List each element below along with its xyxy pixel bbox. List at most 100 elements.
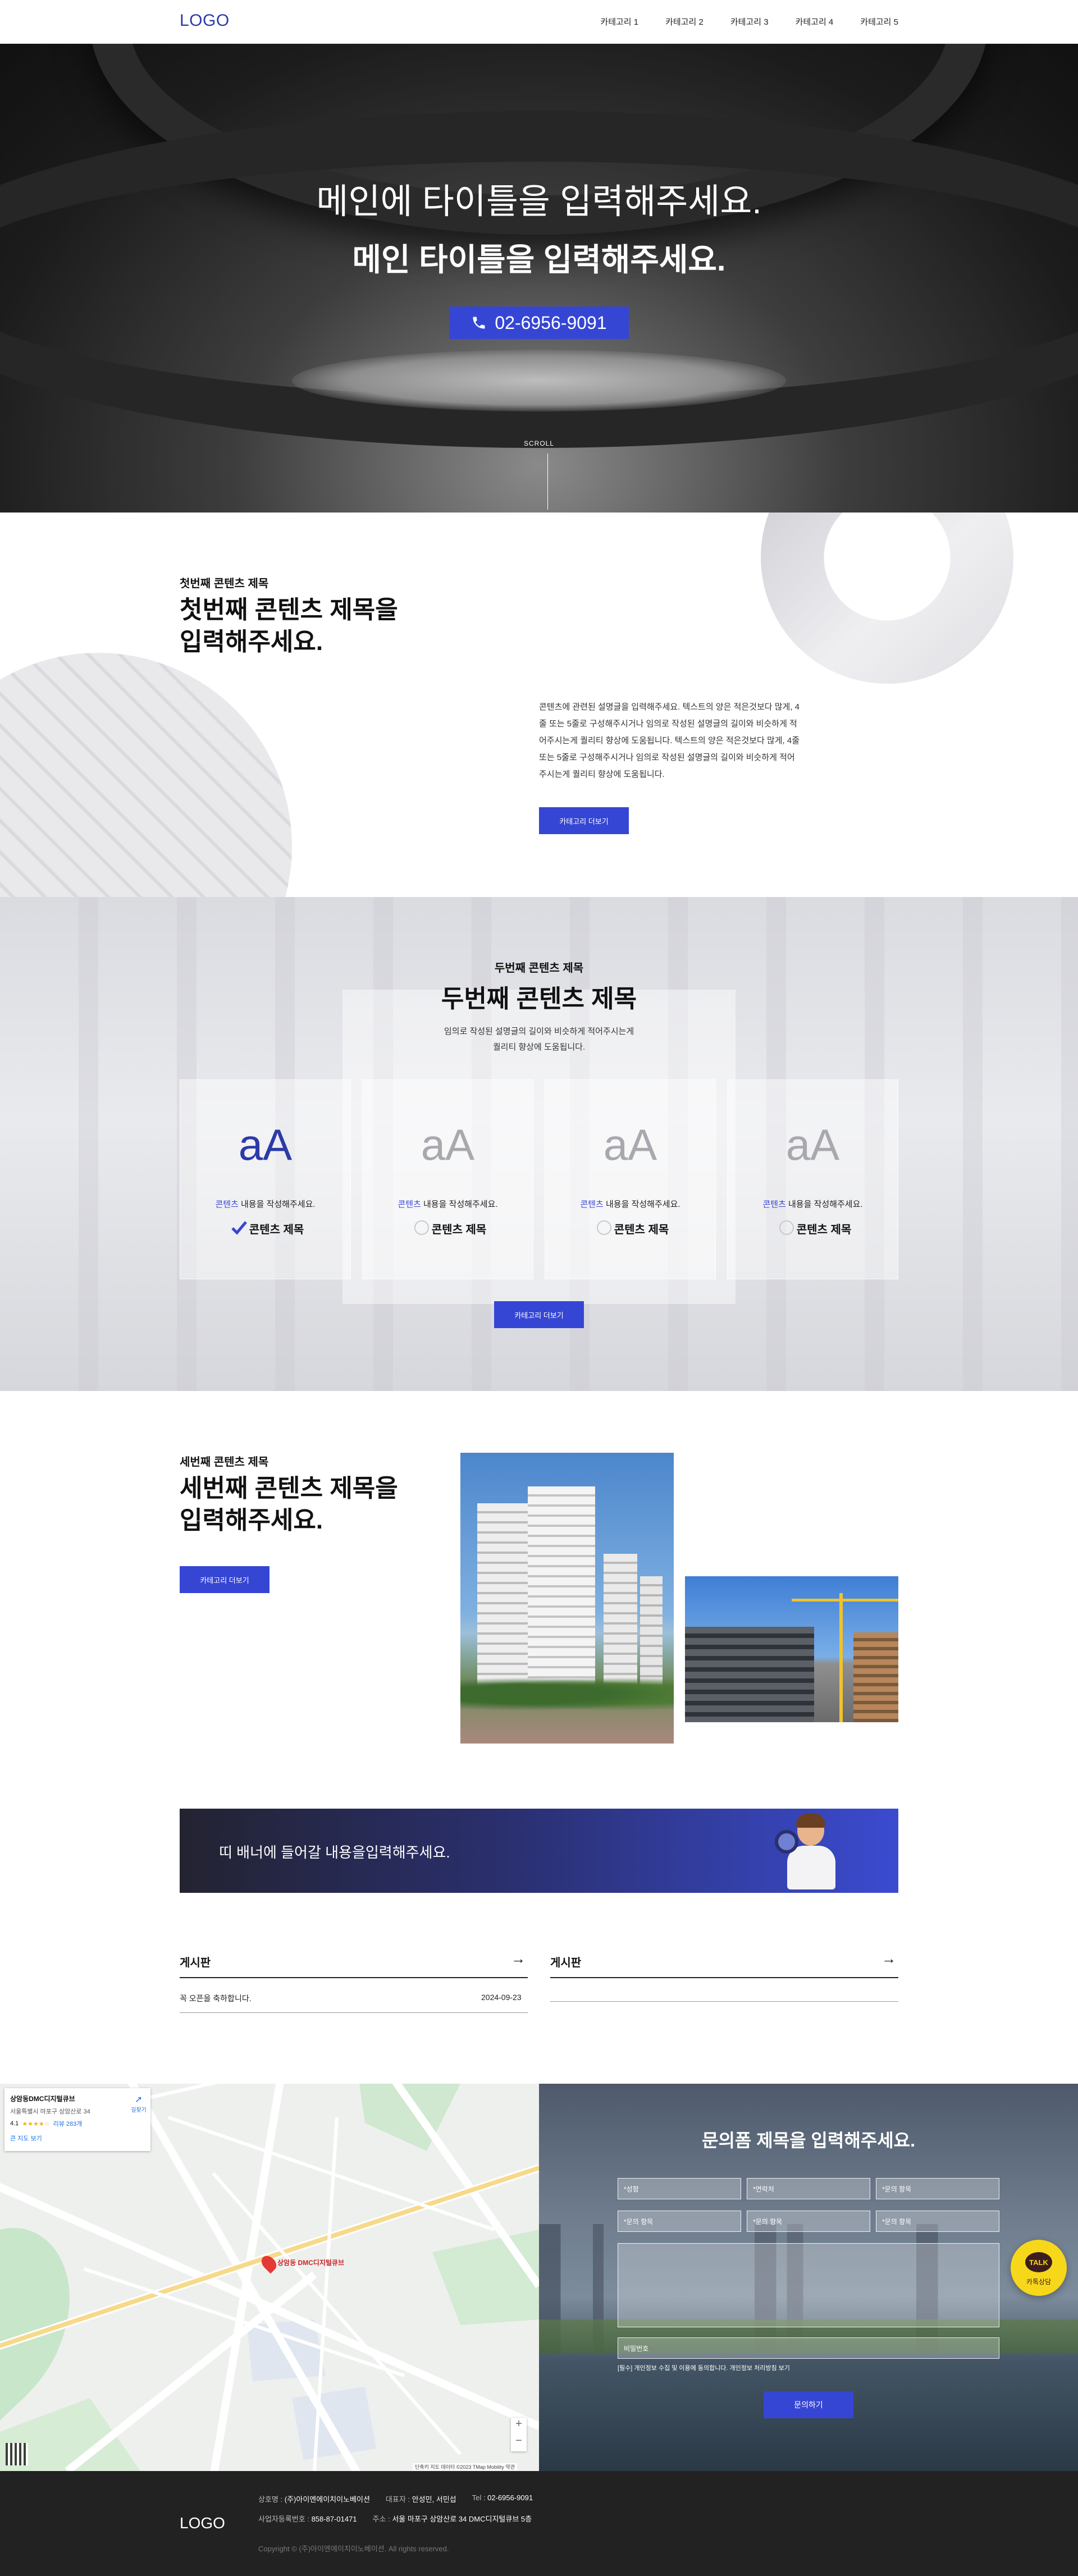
board-divider xyxy=(550,1977,898,1978)
board-title[interactable]: 게시판 xyxy=(550,1953,581,1970)
footer-biz: 사업자등록번호 : 858-87-01471 xyxy=(258,2513,357,2524)
card-title: 콘텐츠 제목 xyxy=(614,1224,669,1236)
name-field[interactable]: *성함 xyxy=(618,2178,741,2199)
logo[interactable]: LOGO xyxy=(180,11,230,30)
map-zoom-controls: + − xyxy=(511,2418,527,2451)
map-rating: 4.1 xyxy=(10,2120,19,2127)
card-description-text: 내용을 작성해주세요. xyxy=(603,1200,680,1209)
content-card[interactable]: aA 콘텐츠 내용을 작성해주세요. 콘텐츠 제목 xyxy=(727,1079,898,1279)
section2-subtitle-line2: 퀄리티 향상에 도움됩니다. xyxy=(492,1042,586,1052)
directions-label: 길찾기 xyxy=(131,2107,147,2113)
strip-banner[interactable]: 띠 배너에 들어갈 내용을입력해주세요. xyxy=(180,1809,898,1893)
kakao-talk-button[interactable]: TALK 카톡상담 xyxy=(1011,2240,1067,2296)
section1-more-button[interactable]: 카테고리 더보기 xyxy=(539,807,629,834)
card-title: 콘텐츠 제목 xyxy=(431,1224,487,1236)
footer-tel-label: Tel : xyxy=(472,2493,486,2502)
arrow-right-icon[interactable]: → xyxy=(881,1950,896,1968)
privacy-consent[interactable]: [필수] 개인정보 수집 및 이용에 동의합니다. 개인정보 처리방침 보기 xyxy=(618,2363,790,2372)
submit-button[interactable]: 문의하기 xyxy=(764,2391,853,2418)
map-larger-link[interactable]: 큰 지도 보기 xyxy=(10,2134,145,2143)
hero-light-ellipse xyxy=(292,350,786,411)
card-title: 콘텐츠 제목 xyxy=(796,1224,852,1236)
section-second-content: 두번째 콘텐츠 제목 두번째 콘텐츠 제목 임의로 작성된 설명글의 길이와 비… xyxy=(0,897,1078,1391)
footer-ceo-value: 안성민, 서민섭 xyxy=(412,2495,456,2504)
inquiry-type-field[interactable]: *문의 항목 xyxy=(876,2178,999,2199)
main-nav: 카테고리 1 카테고리 2 카테고리 3 카테고리 4 카테고리 5 xyxy=(600,16,898,28)
card-description-highlight: 콘텐츠 xyxy=(398,1200,421,1209)
card-description: 콘텐츠 내용을 작성해주세요. xyxy=(728,1198,898,1210)
font-aa-icon: aA xyxy=(785,1120,840,1169)
board-post-title[interactable]: 꼭 오픈을 축하합니다. xyxy=(180,1993,252,2004)
map-rating-row: 4.1 ★★★★☆ 리뷰 283개 xyxy=(10,2119,145,2128)
inquiry-type-field[interactable]: *문의 항목 xyxy=(876,2211,999,2232)
zoom-in-button[interactable]: + xyxy=(511,2418,527,2435)
password-field[interactable]: 비밀번호 xyxy=(618,2337,999,2359)
zoom-out-button[interactable]: − xyxy=(511,2435,527,2451)
construction-photo xyxy=(685,1576,898,1722)
font-aa-icon: aA xyxy=(421,1120,475,1169)
map-embed[interactable]: 상암동DMC디지털큐브 서울특별시 마포구 상암산로 34 4.1 ★★★★☆ … xyxy=(0,2084,539,2471)
scroll-line xyxy=(547,454,548,510)
section2-more-button[interactable]: 카테고리 더보기 xyxy=(494,1301,584,1328)
card-title: 콘텐츠 제목 xyxy=(249,1224,304,1236)
footer-info-row1: 상호명 : (주)아이엔에이치이노베이션 대표자 : 안성민, 서민섭 Tel … xyxy=(258,2493,533,2504)
nav-item-category-2[interactable]: 카테고리 2 xyxy=(665,16,704,28)
card-description-text: 내용을 작성해주세요. xyxy=(421,1200,498,1209)
inquiry-type-field[interactable]: *문의 항목 xyxy=(618,2211,741,2232)
card-description-highlight: 콘텐츠 xyxy=(762,1200,786,1209)
section-third-content: 세번째 콘텐츠 제목 세번째 콘텐츠 제목을 입력해주세요. 카테고리 더보기 xyxy=(0,1391,1078,1840)
section-first-content: 첫번째 콘텐츠 제목 첫번째 콘텐츠 제목을 입력해주세요. 콘텐츠에 관련된 … xyxy=(0,513,1078,897)
directions-button[interactable]: ➚ 길찾기 xyxy=(129,2094,148,2113)
arrow-right-icon[interactable]: → xyxy=(511,1950,526,1968)
board-title[interactable]: 게시판 xyxy=(180,1953,211,1970)
site-footer: LOGO 상호명 : (주)아이엔에이치이노베이션 대표자 : 안성민, 서민섭… xyxy=(0,2471,1078,2576)
section3-title-line2: 입력해주세요. xyxy=(180,1507,323,1534)
scroll-label: SCROLL xyxy=(523,440,555,447)
board-divider xyxy=(550,2001,898,2002)
nav-item-category-4[interactable]: 카테고리 4 xyxy=(796,16,834,28)
kakao-talk-bubble-icon: TALK xyxy=(1025,2252,1052,2272)
footer-copyright: Copyright © (주)아이엔에이치이노베이션. All rights r… xyxy=(258,2545,449,2553)
section2-subtitle-line1: 임의로 작성된 설명글의 길이와 비슷하게 적어주시는게 xyxy=(444,1027,634,1036)
section3-title-line1: 세번째 콘텐츠 제목을 xyxy=(180,1475,398,1502)
footer-logo: LOGO xyxy=(180,2514,225,2532)
footer-company-value: (주)아이엔에이치이노베이션 xyxy=(284,2495,370,2504)
footer-address: 주소 : 서울 마포구 상암산로 34 DMC디지털큐브 5층 xyxy=(373,2513,532,2524)
map-place-name: 상암동DMC디지털큐브 xyxy=(10,2095,75,2103)
hero-phone-button[interactable]: 02-6956-9091 xyxy=(449,306,629,339)
decor-building-circle-right xyxy=(761,513,1013,684)
card-description-text: 내용을 작성해주세요. xyxy=(785,1200,863,1209)
card-description-highlight: 콘텐츠 xyxy=(215,1200,239,1209)
section3-more-button[interactable]: 카테고리 더보기 xyxy=(180,1566,270,1593)
card-description: 콘텐츠 내용을 작성해주세요. xyxy=(545,1198,715,1210)
content-card[interactable]: aA 콘텐츠 내용을 작성해주세요. 콘텐츠 제목 xyxy=(362,1079,533,1279)
directions-icon: ➚ xyxy=(135,2095,143,2104)
map-footer-note: 단축키 지도 데이터 ©2023 TMap Mobility 약관 xyxy=(413,2463,517,2470)
hero-title-bold: 메인 타이틀을 입력해주세요. xyxy=(352,242,726,277)
phone-field[interactable]: *연락처 xyxy=(747,2178,870,2199)
message-textarea[interactable] xyxy=(618,2243,999,2327)
star-rating-icon: ★★★★☆ xyxy=(22,2120,50,2127)
footer-address-value: 서울 마포구 상암산로 34 DMC디지털큐브 5층 xyxy=(392,2515,532,2523)
kakao-label: 카톡상담 xyxy=(1026,2278,1052,2286)
kakao-talk-text: TALK xyxy=(1029,2258,1048,2267)
footer-company-label: 상호명 : xyxy=(258,2495,283,2504)
content-card[interactable]: aA 콘텐츠 내용을 작성해주세요. 콘텐츠 제목 xyxy=(180,1079,351,1279)
card-description: 콘텐츠 내용을 작성해주세요. xyxy=(180,1198,350,1210)
nav-item-category-5[interactable]: 카테고리 5 xyxy=(860,16,898,28)
nav-item-category-3[interactable]: 카테고리 3 xyxy=(730,16,769,28)
apartment-photo xyxy=(460,1453,674,1744)
phone-icon xyxy=(473,317,485,329)
footer-biz-label: 사업자등록번호 : xyxy=(258,2515,309,2523)
inquiry-form-section: 문의폼 제목을 입력해주세요. *성함 *연락처 *문의 항목 *문의 항목 *… xyxy=(539,2084,1078,2471)
inquiry-type-field[interactable]: *문의 항목 xyxy=(747,2211,870,2232)
board-divider xyxy=(180,1977,528,1978)
card-description: 콘텐츠 내용을 작성해주세요. xyxy=(363,1198,533,1210)
nav-item-category-1[interactable]: 카테고리 1 xyxy=(600,16,638,28)
decor-building-circle-left xyxy=(0,653,292,897)
footer-biz-value: 858-87-01471 xyxy=(311,2515,357,2523)
section1-title-line1: 첫번째 콘텐츠 제목을 xyxy=(180,596,398,624)
footer-tel: Tel : 02-6956-9091 xyxy=(472,2493,533,2504)
map-reviews-link[interactable]: 리뷰 283개 xyxy=(53,2119,83,2128)
content-card[interactable]: aA 콘텐츠 내용을 작성해주세요. 콘텐츠 제목 xyxy=(545,1079,716,1279)
